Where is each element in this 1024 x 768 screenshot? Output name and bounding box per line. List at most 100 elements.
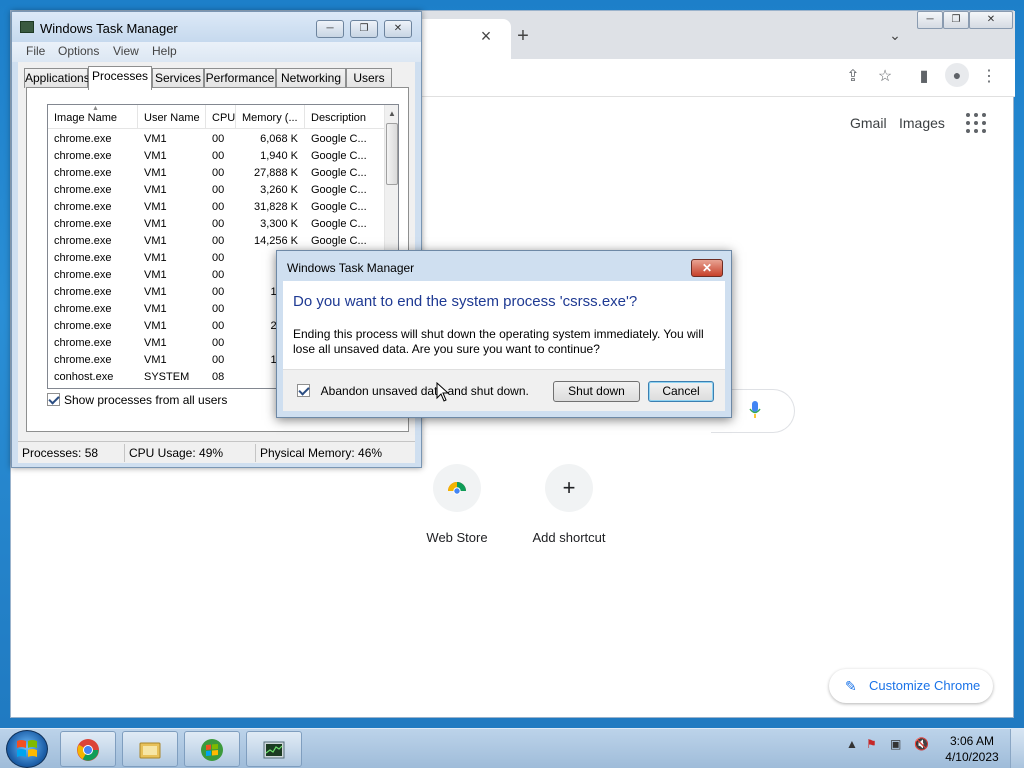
dialog-main-instruction: Do you want to end the system process 'c…	[293, 293, 638, 310]
cell-description: Google C...	[311, 150, 367, 162]
chrome-menu-icon[interactable]: ⋮	[977, 65, 1001, 89]
cell-user-name: VM1	[144, 201, 167, 213]
tab-services[interactable]: Services	[152, 68, 204, 88]
tab-close-icon[interactable]: ×	[477, 25, 495, 47]
cell-image-name: conhost.exe	[54, 371, 114, 383]
cell-user-name: SYSTEM	[144, 371, 190, 383]
tab-applications[interactable]: Applications	[24, 68, 90, 88]
tab-users[interactable]: Users	[346, 68, 392, 88]
cell-image-name: chrome.exe	[54, 320, 112, 332]
tab-processes[interactable]: Processes	[88, 66, 152, 90]
network-icon[interactable]: ▣	[890, 737, 901, 751]
taskbar-media-player[interactable]	[184, 731, 240, 767]
table-row[interactable]: chrome.exe VM1 00 6,068 K Google C...	[48, 131, 384, 148]
column-image-name[interactable]: Image Name	[48, 105, 138, 129]
table-row[interactable]: chrome.exe VM1 00 31,828 K Google C...	[48, 199, 384, 216]
shut-down-button[interactable]: Shut down	[553, 381, 640, 402]
shortcut-web-store[interactable]: Web Store	[421, 464, 493, 545]
task-manager-title-bar[interactable]: Windows Task Manager ─ ❐ ✕	[12, 12, 421, 42]
dialog-body-text: Ending this process will shut down the o…	[293, 327, 704, 356]
gmail-link[interactable]: Gmail	[850, 115, 887, 131]
action-center-flag-icon[interactable]: ⚑	[866, 737, 877, 751]
table-row[interactable]: chrome.exe VM1 00 1,940 K Google C...	[48, 148, 384, 165]
cell-user-name: VM1	[144, 286, 167, 298]
cell-image-name: chrome.exe	[54, 269, 112, 281]
table-row[interactable]: chrome.exe VM1 00 3,260 K Google C...	[48, 182, 384, 199]
volume-muted-icon[interactable]: 🔇	[914, 737, 929, 751]
taskbar-chrome[interactable]	[60, 731, 116, 767]
cancel-button[interactable]: Cancel	[648, 381, 714, 402]
images-link[interactable]: Images	[899, 115, 945, 131]
show-all-processes-checkbox[interactable]: Show processes from all users	[47, 393, 227, 407]
column-cpu[interactable]: CPU	[206, 105, 236, 129]
show-desktop-button[interactable]	[1010, 729, 1024, 768]
start-button[interactable]	[6, 730, 48, 768]
table-row[interactable]: chrome.exe VM1 00 27,888 K Google C...	[48, 165, 384, 182]
shortcut-add[interactable]: + Add shortcut	[523, 464, 615, 545]
scroll-up-arrow-icon[interactable]: ▲	[388, 109, 396, 118]
cell-cpu: 00	[212, 337, 225, 349]
cell-cpu: 00	[212, 320, 225, 332]
cell-description: Google C...	[311, 167, 367, 179]
cell-memory: 14,256 K	[253, 235, 298, 247]
taskbar-task-manager[interactable]	[246, 731, 302, 767]
cell-memory: 3,300 K	[260, 218, 298, 230]
status-cpu-usage: CPU Usage: 49%	[125, 444, 256, 462]
abandon-data-checkbox[interactable]: Abandon unsaved data and shut down.	[297, 384, 529, 398]
menu-help[interactable]: Help	[152, 44, 177, 58]
menu-file[interactable]: File	[26, 44, 45, 58]
customize-chrome-button[interactable]: ✎ Customize Chrome	[829, 669, 993, 703]
bookmark-star-icon[interactable]: ☆	[873, 65, 897, 89]
scrollbar-thumb[interactable]	[386, 123, 398, 185]
tab-search-chevron-icon[interactable]: ⌄	[885, 27, 905, 47]
tab-performance[interactable]: Performance	[204, 68, 276, 88]
minimize-button[interactable]: ─	[316, 20, 344, 38]
chrome-minimize-button[interactable]: ─	[917, 11, 943, 29]
pencil-icon: ✎	[845, 678, 857, 694]
voice-search-mic-icon[interactable]	[749, 400, 761, 420]
plus-icon: +	[545, 464, 593, 512]
cell-cpu: 00	[212, 150, 225, 162]
side-panel-icon[interactable]: ▮	[912, 65, 936, 89]
tab-networking[interactable]: Networking	[276, 68, 346, 88]
maximize-button[interactable]: ❐	[350, 20, 378, 38]
cell-user-name: VM1	[144, 184, 167, 196]
column-memory[interactable]: Memory (...	[236, 105, 305, 129]
cell-user-name: VM1	[144, 235, 167, 247]
taskbar-explorer[interactable]	[122, 731, 178, 767]
cell-cpu: 00	[212, 184, 225, 196]
google-apps-icon[interactable]	[966, 113, 986, 133]
menu-view[interactable]: View	[113, 44, 139, 58]
cell-user-name: VM1	[144, 269, 167, 281]
cell-image-name: chrome.exe	[54, 201, 112, 213]
status-processes: Processes: 58	[18, 444, 125, 462]
profile-avatar-icon[interactable]: ●	[945, 63, 969, 87]
show-all-label: Show processes from all users	[64, 393, 228, 407]
checkbox-checked-icon[interactable]	[297, 384, 310, 397]
checkbox-checked-icon[interactable]	[47, 393, 60, 406]
table-row[interactable]: chrome.exe VM1 00 14,256 K Google C...	[48, 233, 384, 250]
clock-date: 4/10/2023	[945, 750, 999, 764]
share-icon[interactable]: ⇪	[841, 65, 865, 89]
close-button[interactable]: ✕	[384, 20, 412, 38]
mouse-cursor-icon	[436, 382, 450, 402]
taskbar-clock[interactable]: 3:06 AM 4/10/2023	[942, 733, 1002, 765]
dialog-title-bar[interactable]: Windows Task Manager ✕	[277, 251, 731, 281]
chrome-maximize-button[interactable]: ❐	[943, 11, 969, 29]
show-hidden-icons-icon[interactable]: ▲	[846, 737, 858, 751]
column-user-name[interactable]: User Name	[138, 105, 206, 129]
chrome-close-button[interactable]: ✕	[969, 11, 1013, 29]
taskbar: ▲ ⚑ ▣ 🔇 3:06 AM 4/10/2023	[0, 728, 1024, 768]
cell-image-name: chrome.exe	[54, 337, 112, 349]
dialog-close-button[interactable]: ✕	[691, 259, 723, 277]
customize-chrome-label: Customize Chrome	[869, 678, 981, 693]
cell-user-name: VM1	[144, 167, 167, 179]
column-description[interactable]: Description	[305, 105, 384, 129]
task-manager-icon	[20, 21, 34, 33]
table-row[interactable]: chrome.exe VM1 00 3,300 K Google C...	[48, 216, 384, 233]
new-tab-button[interactable]: +	[511, 25, 535, 47]
web-store-icon	[433, 464, 481, 512]
cell-image-name: chrome.exe	[54, 303, 112, 315]
menu-options[interactable]: Options	[58, 44, 99, 58]
window-title: Windows Task Manager	[40, 21, 178, 36]
